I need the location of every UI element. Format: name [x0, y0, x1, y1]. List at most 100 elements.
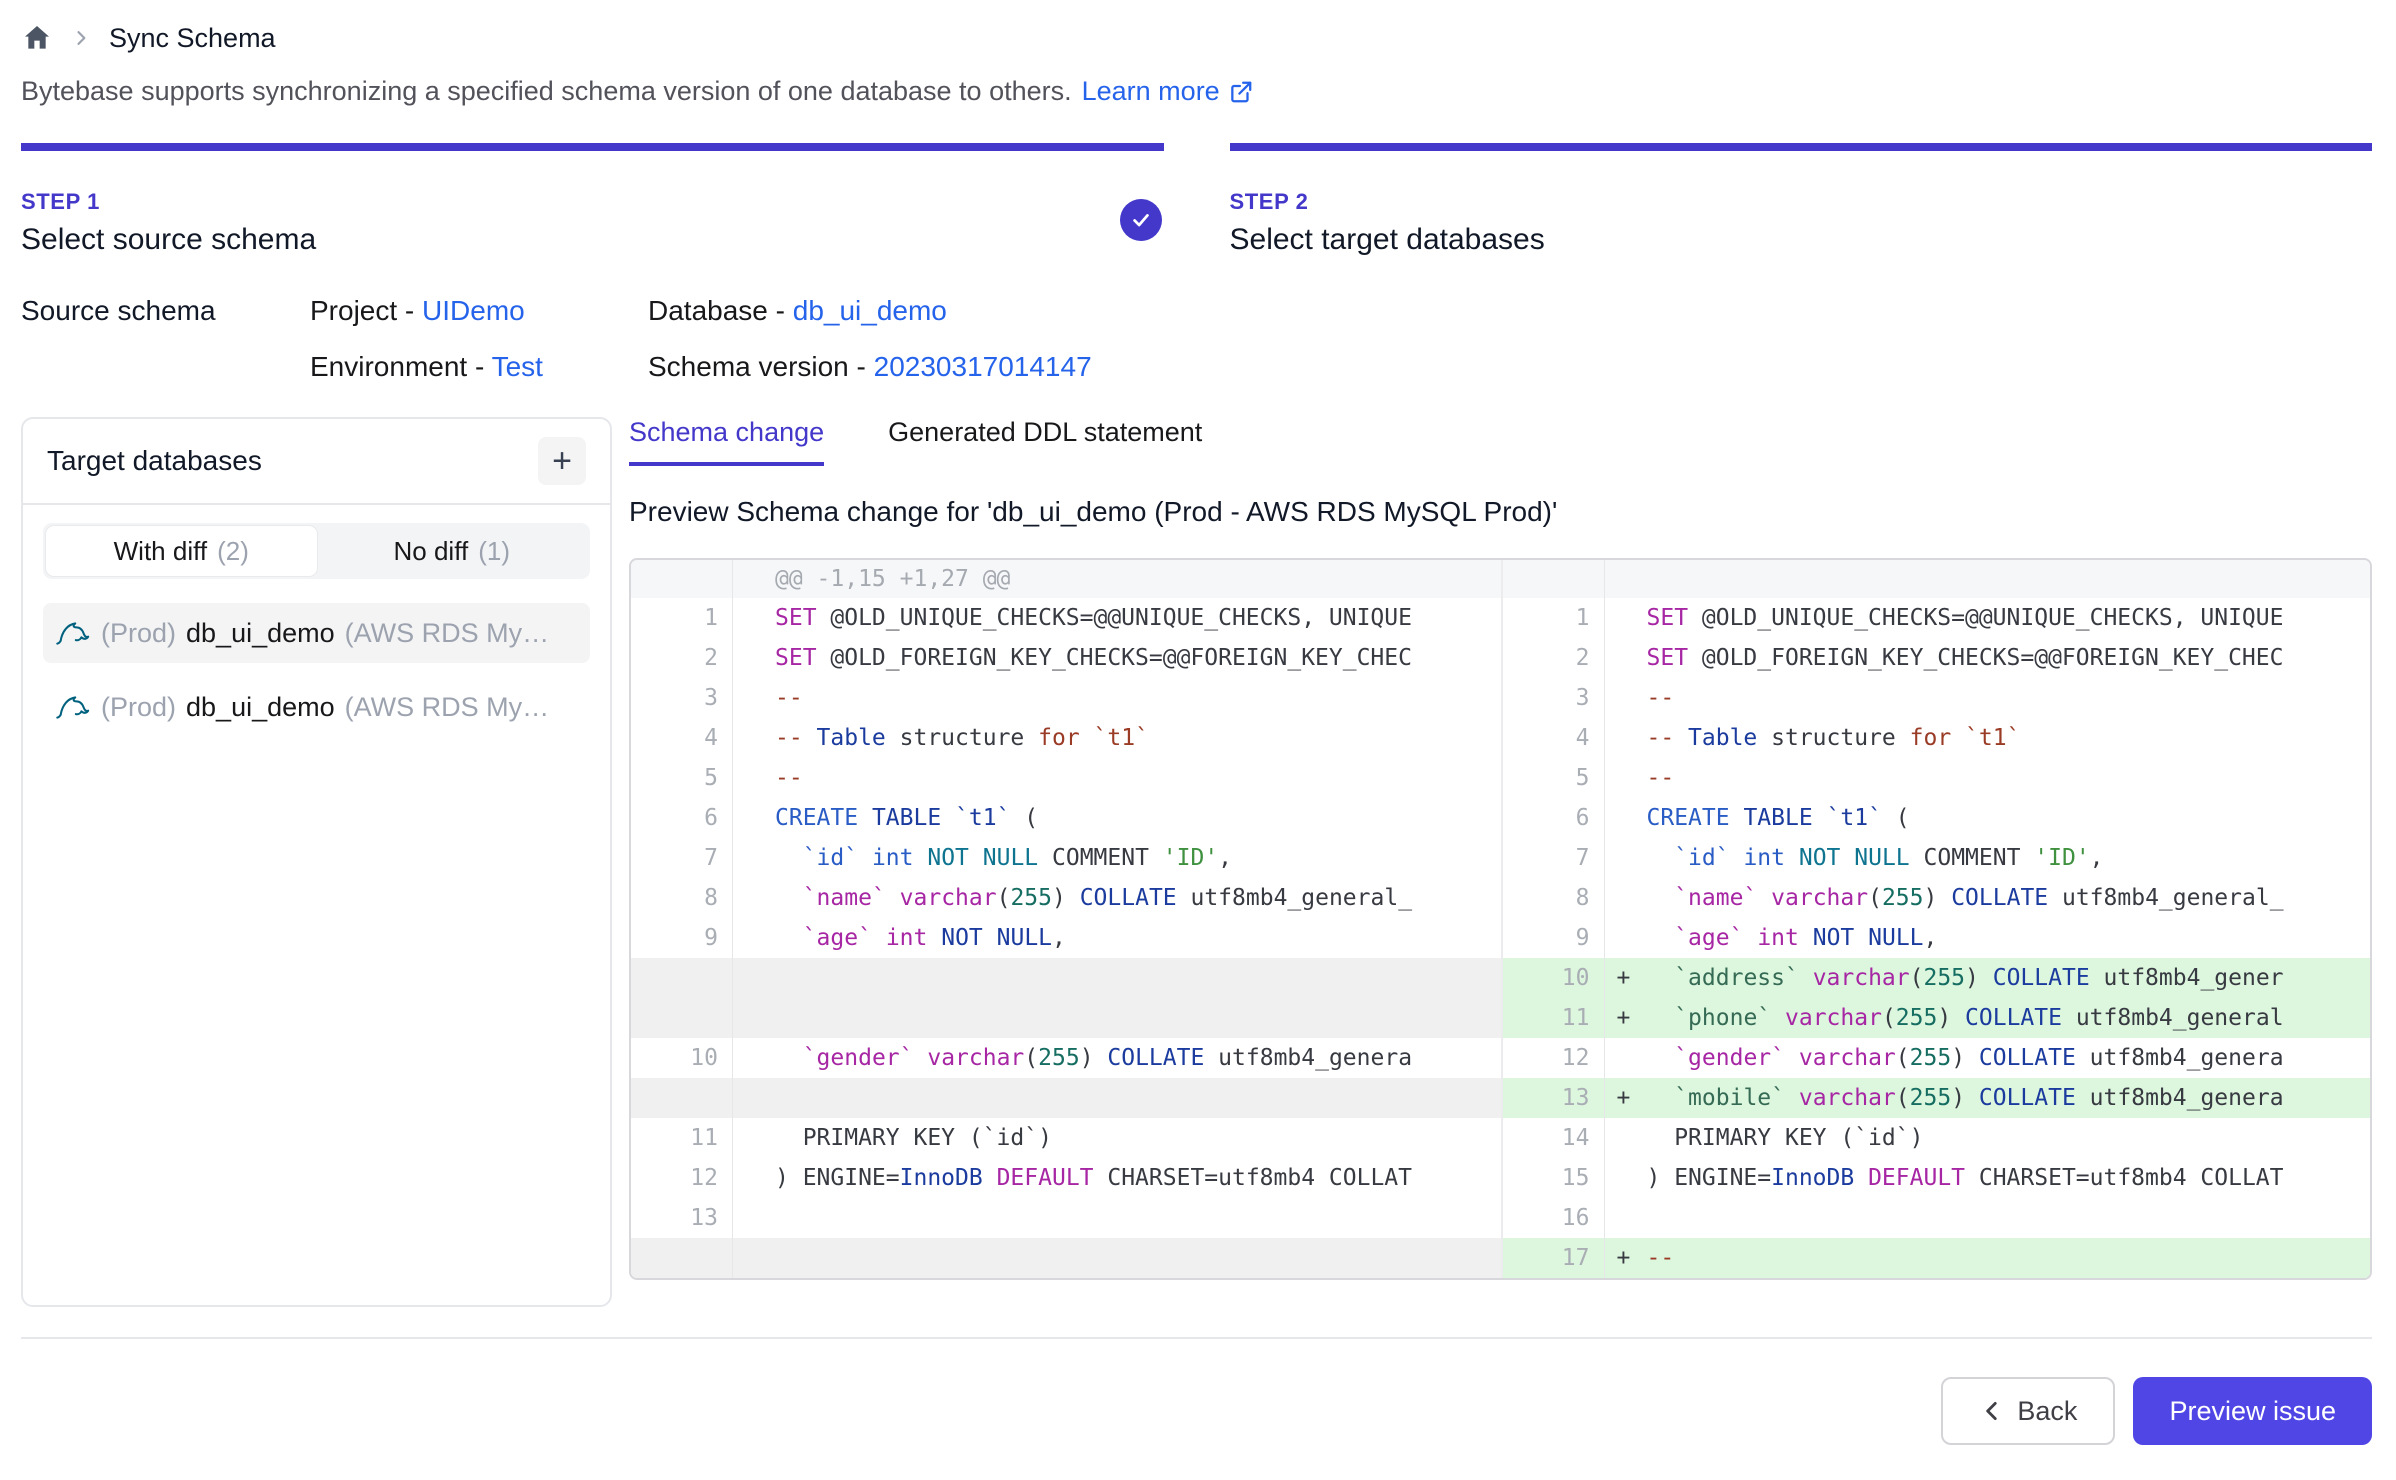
code-line: PRIMARY KEY (`id`)	[775, 1118, 1501, 1158]
line-number: 4	[1503, 718, 1605, 758]
target-database-item[interactable]: (Prod)db_ui_demo(AWS RDS MySQL Prod)	[43, 677, 590, 737]
diff-right-half: 5--	[1501, 758, 2371, 798]
code-line: `gender` varchar(255) COLLATE utf8mb4_ge…	[775, 1038, 1501, 1078]
code-line	[775, 1198, 1501, 1238]
diff-left-half: 8 `name` varchar(255) COLLATE utf8mb4_ge…	[631, 878, 1501, 918]
diff-sign	[733, 758, 775, 798]
diff-left-half	[631, 958, 1501, 998]
step-1-progress-bar	[21, 143, 1164, 151]
diff-sign	[1605, 1038, 1647, 1078]
project-label: Project -	[310, 295, 422, 326]
add-target-database-button[interactable]: +	[538, 437, 586, 485]
line-number: 11	[1503, 998, 1605, 1038]
code-line: `mobile` varchar(255) COLLATE utf8mb4_ge…	[1647, 1078, 2371, 1118]
diff-right-half: 9 `age` int NOT NULL,	[1501, 918, 2371, 958]
sync-schema-page: Sync Schema Bytebase supports synchroniz…	[0, 0, 2396, 1445]
diff-row: @@ -1,15 +1,27 @@	[631, 560, 2370, 598]
schema-diff-viewer: @@ -1,15 +1,27 @@1SET @OLD_UNIQUE_CHECKS…	[629, 558, 2372, 1280]
intro-text-row: Bytebase supports synchronizing a specif…	[21, 76, 2372, 107]
diff-row: 17+--	[631, 1238, 2370, 1278]
diff-right-half: 2SET @OLD_FOREIGN_KEY_CHECKS=@@FOREIGN_K…	[1501, 638, 2371, 678]
diff-right-half: 6CREATE TABLE `t1` (	[1501, 798, 2371, 838]
preview-title: Preview Schema change for 'db_ui_demo (P…	[629, 496, 2372, 528]
schema-version-link[interactable]: 20230317014147	[874, 351, 1092, 382]
diff-sign	[733, 1238, 775, 1278]
diff-sign	[1605, 1118, 1647, 1158]
diff-row: 5--5--	[631, 758, 2370, 798]
tab-schema-change[interactable]: Schema change	[629, 417, 824, 466]
schema-preview-section: Schema change Generated DDL statement Pr…	[629, 417, 2372, 1280]
diff-right-half	[1501, 560, 2371, 598]
line-number	[631, 958, 733, 998]
diff-sign	[733, 598, 775, 638]
diff-sign: +	[1605, 1078, 1647, 1118]
diff-right-half: 16	[1501, 1198, 2371, 1238]
code-line: `address` varchar(255) COLLATE utf8mb4_g…	[1647, 958, 2371, 998]
diff-right-half: 15) ENGINE=InnoDB DEFAULT CHARSET=utf8mb…	[1501, 1158, 2371, 1198]
code-line: @@ -1,15 +1,27 @@	[775, 560, 1501, 598]
diff-left-half: 10 `gender` varchar(255) COLLATE utf8mb4…	[631, 1038, 1501, 1078]
diff-left-half: 9 `age` int NOT NULL,	[631, 918, 1501, 958]
no-diff-label: No diff	[394, 536, 469, 567]
environment-link[interactable]: Test	[492, 351, 543, 382]
diff-sign	[733, 1198, 775, 1238]
code-line: `id` int NOT NULL COMMENT 'ID',	[1647, 838, 2371, 878]
diff-left-half: 1SET @OLD_UNIQUE_CHECKS=@@UNIQUE_CHECKS,…	[631, 598, 1501, 638]
with-diff-label: With diff	[114, 536, 207, 567]
tab-no-diff[interactable]: No diff (1)	[317, 526, 588, 576]
diff-row: 8 `name` varchar(255) COLLATE utf8mb4_ge…	[631, 878, 2370, 918]
line-number	[631, 998, 733, 1038]
diff-left-half: 13	[631, 1198, 1501, 1238]
preview-tabs: Schema change Generated DDL statement	[629, 417, 2372, 466]
diff-sign	[1605, 838, 1647, 878]
diff-left-half: 3--	[631, 678, 1501, 718]
target-database-item[interactable]: (Prod)db_ui_demo(AWS RDS MySQL Prod)	[43, 603, 590, 663]
database-link[interactable]: db_ui_demo	[793, 295, 947, 326]
page-title: Sync Schema	[109, 23, 276, 54]
line-number: 3	[1503, 678, 1605, 718]
footer-divider	[21, 1337, 2372, 1339]
line-number	[1503, 560, 1605, 598]
diff-sign	[733, 1118, 775, 1158]
line-number: 8	[631, 878, 733, 918]
tab-with-diff[interactable]: With diff (2)	[46, 526, 317, 576]
diff-sign	[1605, 878, 1647, 918]
diff-left-half: 4-- Table structure for `t1`	[631, 718, 1501, 758]
main-content: Target databases + With diff (2) No diff…	[21, 417, 2372, 1307]
back-button[interactable]: Back	[1941, 1377, 2115, 1445]
line-number: 9	[631, 918, 733, 958]
project-link[interactable]: UIDemo	[422, 295, 525, 326]
line-number: 7	[631, 838, 733, 878]
diff-sign	[733, 878, 775, 918]
line-number: 10	[1503, 958, 1605, 998]
line-number	[631, 560, 733, 598]
diff-right-half: 12 `gender` varchar(255) COLLATE utf8mb4…	[1501, 1038, 2371, 1078]
database-environment: (Prod)	[101, 692, 176, 723]
home-icon[interactable]	[21, 22, 53, 54]
diff-row: 11+ `phone` varchar(255) COLLATE utf8mb4…	[631, 998, 2370, 1038]
footer-actions: Back Preview issue	[21, 1377, 2372, 1445]
code-line: SET @OLD_UNIQUE_CHECKS=@@UNIQUE_CHECKS, …	[1647, 598, 2371, 638]
diff-filter-tabs: With diff (2) No diff (1)	[23, 505, 610, 595]
diff-right-half: 7 `id` int NOT NULL COMMENT 'ID',	[1501, 838, 2371, 878]
learn-more-link[interactable]: Learn more	[1082, 76, 1254, 107]
preview-issue-button[interactable]: Preview issue	[2133, 1377, 2372, 1445]
diff-sign	[1605, 1198, 1647, 1238]
diff-left-half	[631, 998, 1501, 1038]
code-line: `age` int NOT NULL,	[1647, 918, 2371, 958]
diff-sign	[1605, 758, 1647, 798]
diff-right-half: 11+ `phone` varchar(255) COLLATE utf8mb4…	[1501, 998, 2371, 1038]
chevron-left-icon	[1979, 1398, 2005, 1424]
target-database-list: (Prod)db_ui_demo(AWS RDS MySQL Prod)(Pro…	[23, 595, 610, 745]
code-line	[775, 998, 1501, 1038]
source-schema-summary: Source schema Project - UIDemo Database …	[21, 295, 2372, 383]
back-label: Back	[2017, 1396, 2077, 1427]
diff-sign	[733, 918, 775, 958]
diff-row: 3--3--	[631, 678, 2370, 718]
code-line: PRIMARY KEY (`id`)	[1647, 1118, 2371, 1158]
tab-generated-ddl[interactable]: Generated DDL statement	[888, 417, 1202, 466]
diff-row: 2SET @OLD_FOREIGN_KEY_CHECKS=@@FOREIGN_K…	[631, 638, 2370, 678]
step-1-title: Select source schema	[21, 223, 1164, 257]
diff-sign	[1605, 718, 1647, 758]
diff-sign: +	[1605, 1238, 1647, 1278]
